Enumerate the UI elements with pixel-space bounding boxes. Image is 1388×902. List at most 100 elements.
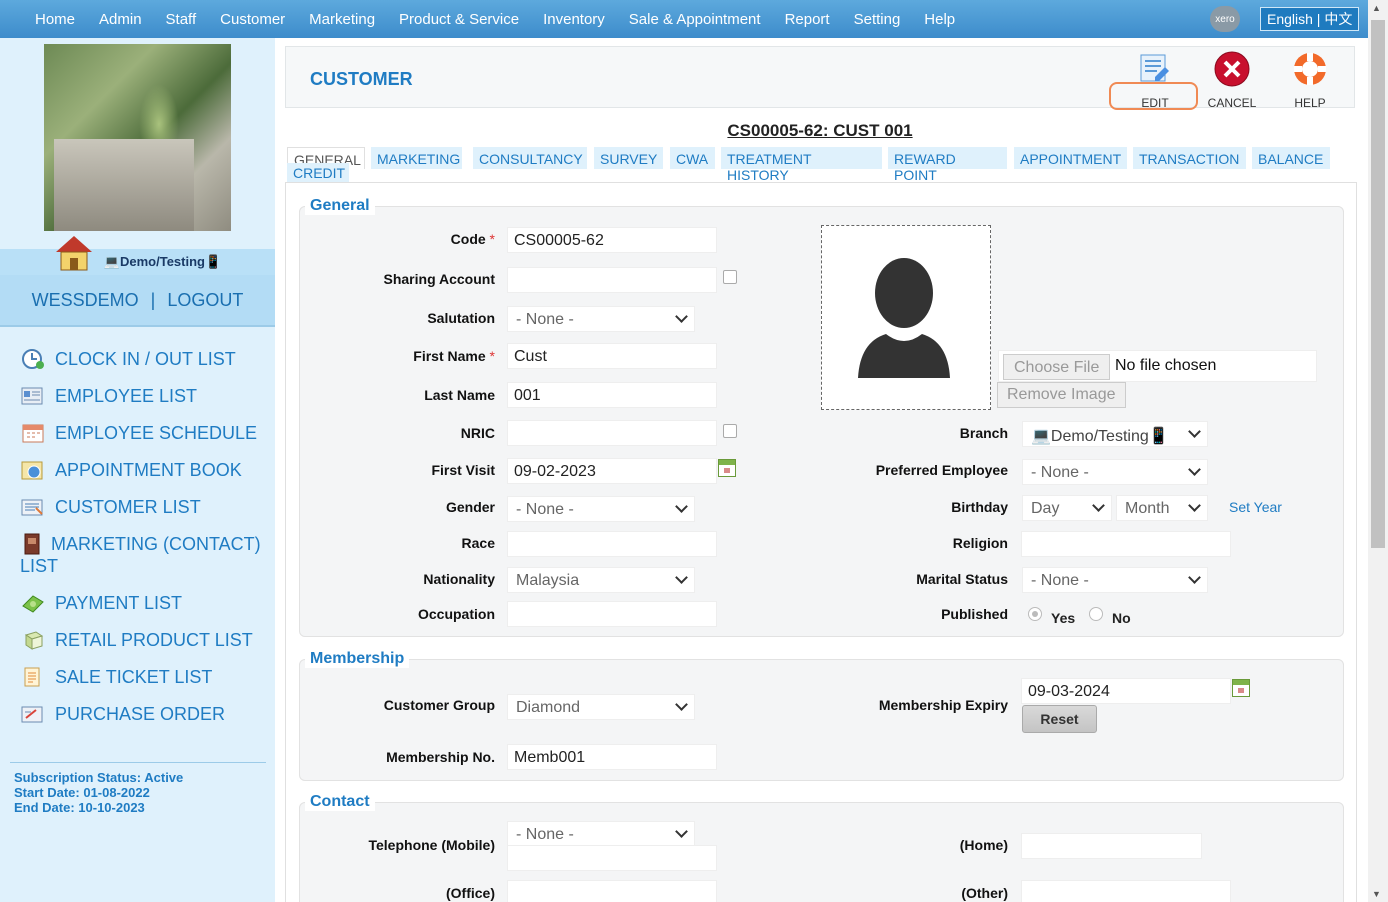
nav-report[interactable]: Report	[773, 11, 842, 28]
tab-appointment[interactable]: APPOINTMENT	[1014, 147, 1127, 169]
nationality-select[interactable]: Malaysia	[507, 567, 695, 593]
sharing-account-checkbox[interactable]	[723, 270, 737, 284]
choose-file-button[interactable]: Choose File	[1003, 354, 1111, 380]
branch-label[interactable]: 💻Demo/Testing📱	[104, 254, 221, 270]
occupation-field[interactable]	[507, 601, 717, 627]
nav-marketing[interactable]: Marketing	[297, 11, 387, 28]
sidebar-item-label: PAYMENT LIST	[55, 593, 183, 613]
help-button[interactable]: HELP	[1275, 51, 1345, 110]
religion-field[interactable]	[1021, 531, 1231, 557]
edit-highlight	[1109, 82, 1198, 110]
sidebar-item-marketing-contact-list[interactable]: MARKETING (CONTACT) LIST	[20, 533, 270, 577]
published-no-radio[interactable]	[1089, 607, 1103, 621]
nav-sale-appointment[interactable]: Sale & Appointment	[617, 11, 773, 28]
no-file-text: No file chosen	[1115, 357, 1217, 374]
membership-no-field[interactable]: Memb001	[507, 744, 717, 770]
tab-marketing[interactable]: MARKETING	[371, 147, 462, 169]
sidebar-item-employee-schedule[interactable]: EMPLOYEE SCHEDULE	[20, 422, 270, 444]
scroll-down-icon[interactable]: ▼	[1372, 889, 1381, 899]
sidebar-item-payment-list[interactable]: PAYMENT LIST	[20, 592, 270, 614]
sharing-account-field[interactable]	[507, 267, 717, 293]
tab-credit[interactable]: CREDIT	[287, 163, 349, 183]
marital-status-select[interactable]: - None -	[1022, 567, 1208, 593]
last-name-field[interactable]: 001	[507, 382, 717, 408]
logout-link[interactable]: LOGOUT	[167, 290, 243, 311]
nav-staff[interactable]: Staff	[154, 11, 209, 28]
nric-checkbox[interactable]	[723, 424, 737, 438]
tab-balance[interactable]: BALANCE	[1252, 147, 1330, 169]
tab-reward-point[interactable]: REWARD POINT	[888, 147, 1007, 183]
scroll-up-icon[interactable]: ▲	[1372, 3, 1381, 13]
home-branch-icon[interactable]	[54, 234, 94, 272]
customer-group-select[interactable]: Diamond	[507, 694, 695, 720]
subscription-status: Subscription Status: Active	[14, 770, 184, 785]
cancel-button[interactable]: CANCEL	[1197, 51, 1267, 110]
contact-legend: Contact	[305, 793, 375, 811]
sidebar: 💻Demo/Testing📱 WESSDEMO | LOGOUT CLOCK I…	[0, 38, 275, 902]
tab-consultancy[interactable]: CONSULTANCY	[473, 147, 587, 169]
published-yes-radio[interactable]	[1028, 607, 1042, 621]
sidebar-item-label: EMPLOYEE SCHEDULE	[55, 423, 258, 443]
remove-image-button[interactable]: Remove Image	[997, 382, 1126, 408]
nav-admin[interactable]: Admin	[87, 11, 154, 28]
sidebar-item-sale-ticket-list[interactable]: SALE TICKET LIST	[20, 666, 270, 688]
branch-select[interactable]: 💻Demo/Testing📱	[1022, 421, 1208, 447]
photo-file-input[interactable]: Choose File No file chosen	[998, 350, 1317, 382]
user-bar: WESSDEMO | LOGOUT	[0, 275, 275, 327]
sidebar-item-customer-list[interactable]: CUSTOMER LIST	[20, 496, 270, 518]
mobile-prefix-select[interactable]: - None -	[507, 821, 695, 847]
race-field[interactable]	[507, 531, 717, 557]
tab-treatment-history[interactable]: TREATMENT HISTORY	[721, 147, 882, 183]
code-field[interactable]: CS00005-62	[507, 227, 717, 253]
purchase-order-icon	[21, 706, 43, 723]
sidebar-item-retail-product-list[interactable]: RETAIL PRODUCT LIST	[20, 629, 270, 651]
office-phone-field[interactable]	[507, 880, 717, 902]
nav-inventory[interactable]: Inventory	[531, 11, 617, 28]
calendar-icon[interactable]	[718, 459, 736, 477]
calendar-icon[interactable]	[1232, 679, 1250, 697]
nric-field[interactable]	[507, 420, 717, 446]
sidebar-item-purchase-order[interactable]: PURCHASE ORDER	[20, 703, 270, 725]
branch-label: Branch	[959, 425, 1008, 441]
nav-home[interactable]: Home	[0, 11, 87, 28]
username-link[interactable]: WESSDEMO	[32, 290, 139, 311]
chevron-down-icon	[1092, 499, 1105, 512]
scrollbar-thumb[interactable]	[1371, 20, 1385, 548]
birthday-month-select[interactable]: Month	[1116, 495, 1208, 521]
first-visit-field[interactable]: 09-02-2023	[507, 458, 717, 484]
sidebar-item-employee-list[interactable]: EMPLOYEE LIST	[20, 385, 270, 407]
home-phone-field[interactable]	[1021, 833, 1202, 859]
membership-expiry-field[interactable]: 09-03-2024	[1021, 678, 1231, 704]
set-year-link[interactable]: Set Year	[1229, 499, 1282, 515]
preferred-employee-select[interactable]: - None -	[1022, 459, 1208, 485]
chevron-down-icon	[675, 571, 688, 584]
religion-label: Religion	[952, 535, 1008, 551]
language-switch[interactable]: English | 中文	[1260, 7, 1360, 31]
nav-product-service[interactable]: Product & Service	[387, 11, 531, 28]
tab-survey[interactable]: SURVEY	[594, 147, 663, 169]
first-name-field[interactable]: Cust	[507, 343, 717, 369]
tab-transaction[interactable]: TRANSACTION	[1133, 147, 1246, 169]
birthday-day-select[interactable]: Day	[1022, 495, 1112, 521]
nav-setting[interactable]: Setting	[842, 11, 913, 28]
chevron-down-icon	[675, 825, 688, 838]
salutation-select[interactable]: - None -	[507, 306, 695, 332]
mobile-field[interactable]	[507, 845, 717, 871]
chevron-down-icon	[1188, 499, 1201, 512]
xero-icon[interactable]: xero	[1210, 6, 1240, 32]
avatar-placeholder-icon	[858, 258, 950, 378]
cancel-label: CANCEL	[1207, 96, 1257, 110]
salutation-label: Salutation	[427, 310, 495, 326]
sidebar-item-label: SALE TICKET LIST	[55, 667, 213, 687]
tab-cwa[interactable]: CWA	[670, 147, 715, 169]
branch-bar: 💻Demo/Testing📱	[0, 249, 275, 275]
sharing-account-label: Sharing Account	[383, 271, 496, 287]
sidebar-item-clock-in-out[interactable]: CLOCK IN / OUT LIST	[20, 348, 270, 370]
nav-customer[interactable]: Customer	[208, 11, 297, 28]
other-phone-field[interactable]	[1021, 880, 1231, 902]
reset-button[interactable]: Reset	[1022, 705, 1097, 733]
nav-help[interactable]: Help	[912, 11, 967, 28]
nric-label: NRIC	[460, 425, 495, 441]
gender-select[interactable]: - None -	[507, 496, 695, 522]
sidebar-item-appointment-book[interactable]: APPOINTMENT BOOK	[20, 459, 270, 481]
